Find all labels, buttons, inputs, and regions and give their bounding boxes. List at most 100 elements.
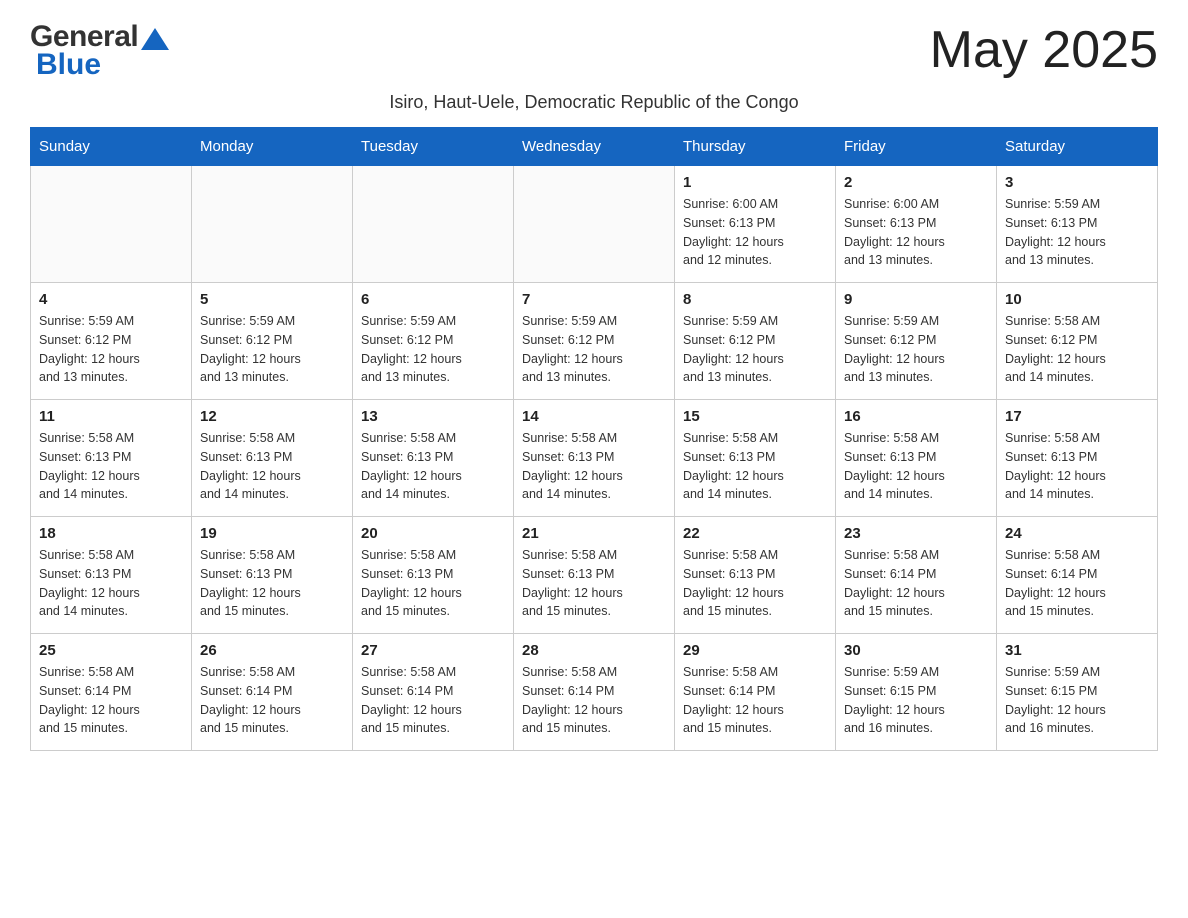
day-number: 20: [361, 525, 505, 542]
day-number: 29: [683, 642, 827, 659]
day-number: 13: [361, 408, 505, 425]
day-number: 25: [39, 642, 183, 659]
day-number: 27: [361, 642, 505, 659]
day-info: Sunrise: 5:58 AMSunset: 6:14 PMDaylight:…: [844, 546, 988, 621]
calendar-cell: 20 Sunrise: 5:58 AMSunset: 6:13 PMDayligh…: [353, 517, 514, 634]
day-info: Sunrise: 5:58 AMSunset: 6:13 PMDaylight:…: [683, 546, 827, 621]
calendar-cell: 9 Sunrise: 5:59 AMSunset: 6:12 PMDaylight…: [836, 283, 997, 400]
day-number: 30: [844, 642, 988, 659]
day-number: 23: [844, 525, 988, 542]
day-number: 9: [844, 291, 988, 308]
day-info: Sunrise: 5:58 AMSunset: 6:14 PMDaylight:…: [683, 663, 827, 738]
calendar-cell: 21 Sunrise: 5:58 AMSunset: 6:13 PMDayligh…: [514, 517, 675, 634]
day-info: Sunrise: 5:59 AMSunset: 6:15 PMDaylight:…: [1005, 663, 1149, 738]
day-number: 6: [361, 291, 505, 308]
day-info: Sunrise: 5:59 AMSunset: 6:12 PMDaylight:…: [361, 312, 505, 387]
day-info: Sunrise: 5:58 AMSunset: 6:13 PMDaylight:…: [200, 429, 344, 504]
weekday-header-row: SundayMondayTuesdayWednesdayThursdayFrid…: [31, 128, 1158, 166]
day-info: Sunrise: 5:58 AMSunset: 6:13 PMDaylight:…: [522, 546, 666, 621]
day-number: 7: [522, 291, 666, 308]
day-number: 8: [683, 291, 827, 308]
weekday-header-monday: Monday: [192, 128, 353, 166]
day-info: Sunrise: 5:58 AMSunset: 6:14 PMDaylight:…: [200, 663, 344, 738]
calendar-cell: 26 Sunrise: 5:58 AMSunset: 6:14 PMDayligh…: [192, 634, 353, 751]
day-info: Sunrise: 5:59 AMSunset: 6:12 PMDaylight:…: [683, 312, 827, 387]
calendar-cell: 23 Sunrise: 5:58 AMSunset: 6:14 PMDayligh…: [836, 517, 997, 634]
weekday-header-tuesday: Tuesday: [353, 128, 514, 166]
calendar-cell: 19 Sunrise: 5:58 AMSunset: 6:13 PMDayligh…: [192, 517, 353, 634]
calendar-cell: [31, 166, 192, 283]
calendar-cell: 31 Sunrise: 5:59 AMSunset: 6:15 PMDayligh…: [997, 634, 1158, 751]
calendar-cell: 6 Sunrise: 5:59 AMSunset: 6:12 PMDaylight…: [353, 283, 514, 400]
weekday-header-saturday: Saturday: [997, 128, 1158, 166]
day-info: Sunrise: 5:58 AMSunset: 6:13 PMDaylight:…: [361, 546, 505, 621]
day-number: 15: [683, 408, 827, 425]
calendar-cell: 7 Sunrise: 5:59 AMSunset: 6:12 PMDaylight…: [514, 283, 675, 400]
day-info: Sunrise: 5:59 AMSunset: 6:12 PMDaylight:…: [39, 312, 183, 387]
day-info: Sunrise: 5:58 AMSunset: 6:14 PMDaylight:…: [39, 663, 183, 738]
calendar-week-row: 25 Sunrise: 5:58 AMSunset: 6:14 PMDayligh…: [31, 634, 1158, 751]
day-info: Sunrise: 5:58 AMSunset: 6:13 PMDaylight:…: [200, 546, 344, 621]
calendar-cell: 24 Sunrise: 5:58 AMSunset: 6:14 PMDayligh…: [997, 517, 1158, 634]
calendar-cell: 4Sunrise: 5:59 AMSunset: 6:12 PMDaylight…: [31, 283, 192, 400]
calendar-week-row: 1Sunrise: 6:00 AMSunset: 6:13 PMDaylight…: [31, 166, 1158, 283]
calendar-cell: 10Sunrise: 5:58 AMSunset: 6:12 PMDayligh…: [997, 283, 1158, 400]
calendar-table: SundayMondayTuesdayWednesdayThursdayFrid…: [30, 127, 1158, 751]
calendar-week-row: 4Sunrise: 5:59 AMSunset: 6:12 PMDaylight…: [31, 283, 1158, 400]
calendar-cell: [192, 166, 353, 283]
day-info: Sunrise: 5:58 AMSunset: 6:13 PMDaylight:…: [39, 429, 183, 504]
day-info: Sunrise: 6:00 AMSunset: 6:13 PMDaylight:…: [844, 195, 988, 270]
day-info: Sunrise: 5:58 AMSunset: 6:14 PMDaylight:…: [522, 663, 666, 738]
calendar-cell: 29 Sunrise: 5:58 AMSunset: 6:14 PMDayligh…: [675, 634, 836, 751]
calendar-cell: 8 Sunrise: 5:59 AMSunset: 6:12 PMDaylight…: [675, 283, 836, 400]
logo-triangle-icon: [141, 28, 169, 50]
page-header: General Blue May 2025: [30, 20, 1158, 82]
day-number: 3: [1005, 174, 1149, 191]
logo-blue-text: Blue: [36, 48, 101, 82]
day-info: Sunrise: 5:59 AMSunset: 6:12 PMDaylight:…: [522, 312, 666, 387]
day-number: 16: [844, 408, 988, 425]
calendar-cell: 25 Sunrise: 5:58 AMSunset: 6:14 PMDayligh…: [31, 634, 192, 751]
calendar-cell: 12 Sunrise: 5:58 AMSunset: 6:13 PMDayligh…: [192, 400, 353, 517]
calendar-cell: 5Sunrise: 5:59 AMSunset: 6:12 PMDaylight…: [192, 283, 353, 400]
day-number: 14: [522, 408, 666, 425]
day-number: 28: [522, 642, 666, 659]
day-info: Sunrise: 5:58 AMSunset: 6:14 PMDaylight:…: [361, 663, 505, 738]
day-number: 10: [1005, 291, 1149, 308]
day-info: Sunrise: 5:59 AMSunset: 6:12 PMDaylight:…: [200, 312, 344, 387]
day-number: 21: [522, 525, 666, 542]
calendar-cell: 1Sunrise: 6:00 AMSunset: 6:13 PMDaylight…: [675, 166, 836, 283]
day-number: 26: [200, 642, 344, 659]
day-info: Sunrise: 5:58 AMSunset: 6:13 PMDaylight:…: [844, 429, 988, 504]
calendar-cell: 16 Sunrise: 5:58 AMSunset: 6:13 PMDayligh…: [836, 400, 997, 517]
calendar-subtitle: Isiro, Haut-Uele, Democratic Republic of…: [30, 92, 1158, 113]
day-number: 24: [1005, 525, 1149, 542]
logo: General Blue: [30, 20, 169, 82]
calendar-cell: 27 Sunrise: 5:58 AMSunset: 6:14 PMDayligh…: [353, 634, 514, 751]
calendar-cell: 14Sunrise: 5:58 AMSunset: 6:13 PMDayligh…: [514, 400, 675, 517]
day-number: 17: [1005, 408, 1149, 425]
header-right: May 2025: [930, 20, 1158, 80]
calendar-cell: [353, 166, 514, 283]
day-info: Sunrise: 6:00 AMSunset: 6:13 PMDaylight:…: [683, 195, 827, 270]
calendar-cell: [514, 166, 675, 283]
weekday-header-wednesday: Wednesday: [514, 128, 675, 166]
day-info: Sunrise: 5:59 AMSunset: 6:13 PMDaylight:…: [1005, 195, 1149, 270]
weekday-header-thursday: Thursday: [675, 128, 836, 166]
calendar-cell: 22Sunrise: 5:58 AMSunset: 6:13 PMDayligh…: [675, 517, 836, 634]
day-info: Sunrise: 5:59 AMSunset: 6:12 PMDaylight:…: [844, 312, 988, 387]
day-number: 31: [1005, 642, 1149, 659]
day-info: Sunrise: 5:58 AMSunset: 6:13 PMDaylight:…: [683, 429, 827, 504]
weekday-header-sunday: Sunday: [31, 128, 192, 166]
day-info: Sunrise: 5:58 AMSunset: 6:14 PMDaylight:…: [1005, 546, 1149, 621]
calendar-week-row: 11 Sunrise: 5:58 AMSunset: 6:13 PMDayligh…: [31, 400, 1158, 517]
day-number: 12: [200, 408, 344, 425]
calendar-cell: 18Sunrise: 5:58 AMSunset: 6:13 PMDayligh…: [31, 517, 192, 634]
day-number: 11: [39, 408, 183, 425]
calendar-cell: 28 Sunrise: 5:58 AMSunset: 6:14 PMDayligh…: [514, 634, 675, 751]
day-number: 19: [200, 525, 344, 542]
day-number: 2: [844, 174, 988, 191]
calendar-cell: 13Sunrise: 5:58 AMSunset: 6:13 PMDayligh…: [353, 400, 514, 517]
month-title: May 2025: [930, 20, 1158, 80]
day-info: Sunrise: 5:58 AMSunset: 6:13 PMDaylight:…: [39, 546, 183, 621]
